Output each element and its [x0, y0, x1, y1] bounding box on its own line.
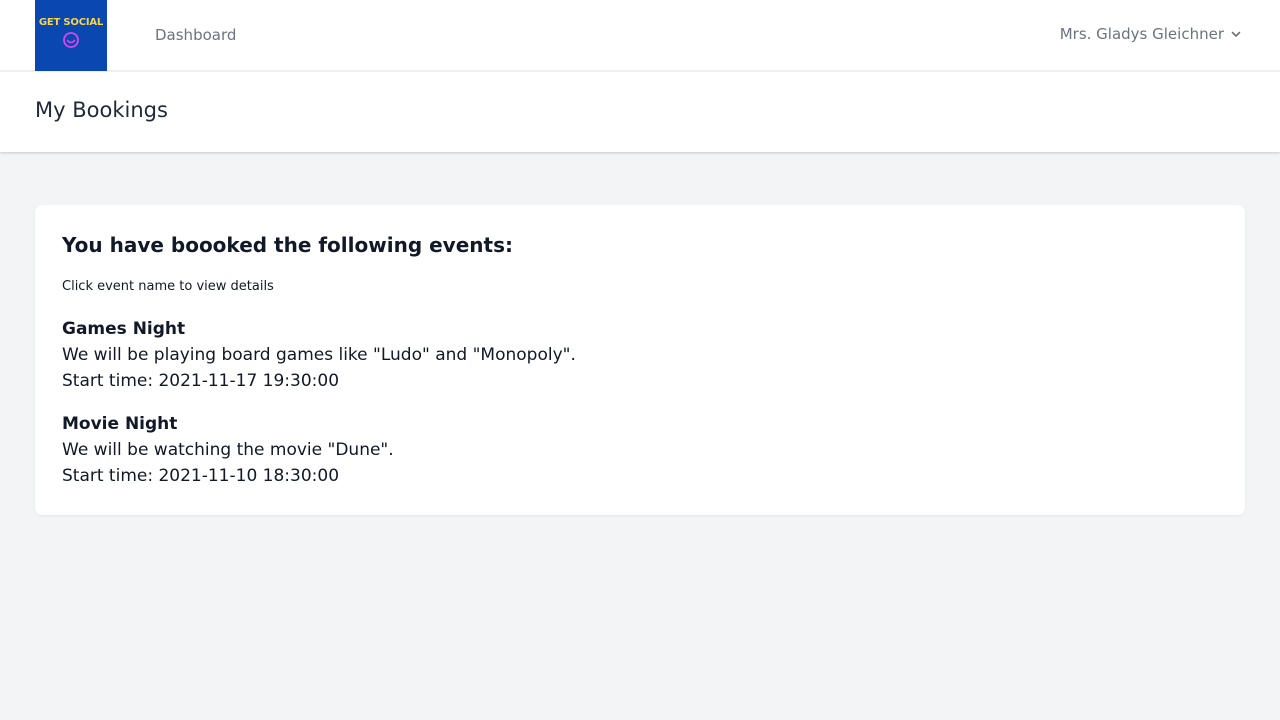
- bookings-card: You have boooked the following events: C…: [35, 205, 1245, 515]
- bookings-hint: Click event name to view details: [62, 279, 274, 294]
- user-name: Mrs. Gladys Gleichner: [1059, 25, 1224, 43]
- event-name-link[interactable]: Games Night: [62, 316, 1218, 342]
- logo[interactable]: GET SOCIAL: [35, 0, 107, 71]
- event-item: Movie Night We will be watching the movi…: [62, 411, 1218, 489]
- event-description: We will be watching the movie "Dune".: [62, 440, 394, 460]
- event-name-link[interactable]: Movie Night: [62, 411, 1218, 437]
- user-menu[interactable]: Mrs. Gladys Gleichner: [1060, 25, 1242, 43]
- nav-link-dashboard[interactable]: Dashboard: [155, 26, 236, 44]
- bookings-heading: You have boooked the following events:: [62, 233, 513, 257]
- page-title: My Bookings: [35, 98, 168, 122]
- top-navigation: GET SOCIAL Dashboard Mrs. Gladys Gleichn…: [0, 0, 1280, 71]
- smiley-icon: [63, 32, 79, 48]
- event-item: Games Night We will be playing board gam…: [62, 316, 1218, 394]
- event-description: We will be playing board games like "Lud…: [62, 345, 576, 365]
- logo-text: GET SOCIAL: [38, 17, 104, 28]
- page-header: My Bookings: [0, 72, 1280, 152]
- chevron-down-icon: [1231, 31, 1241, 37]
- event-start-time: Start time: 2021-11-17 19:30:00: [62, 371, 340, 391]
- event-start-time: Start time: 2021-11-10 18:30:00: [62, 466, 340, 486]
